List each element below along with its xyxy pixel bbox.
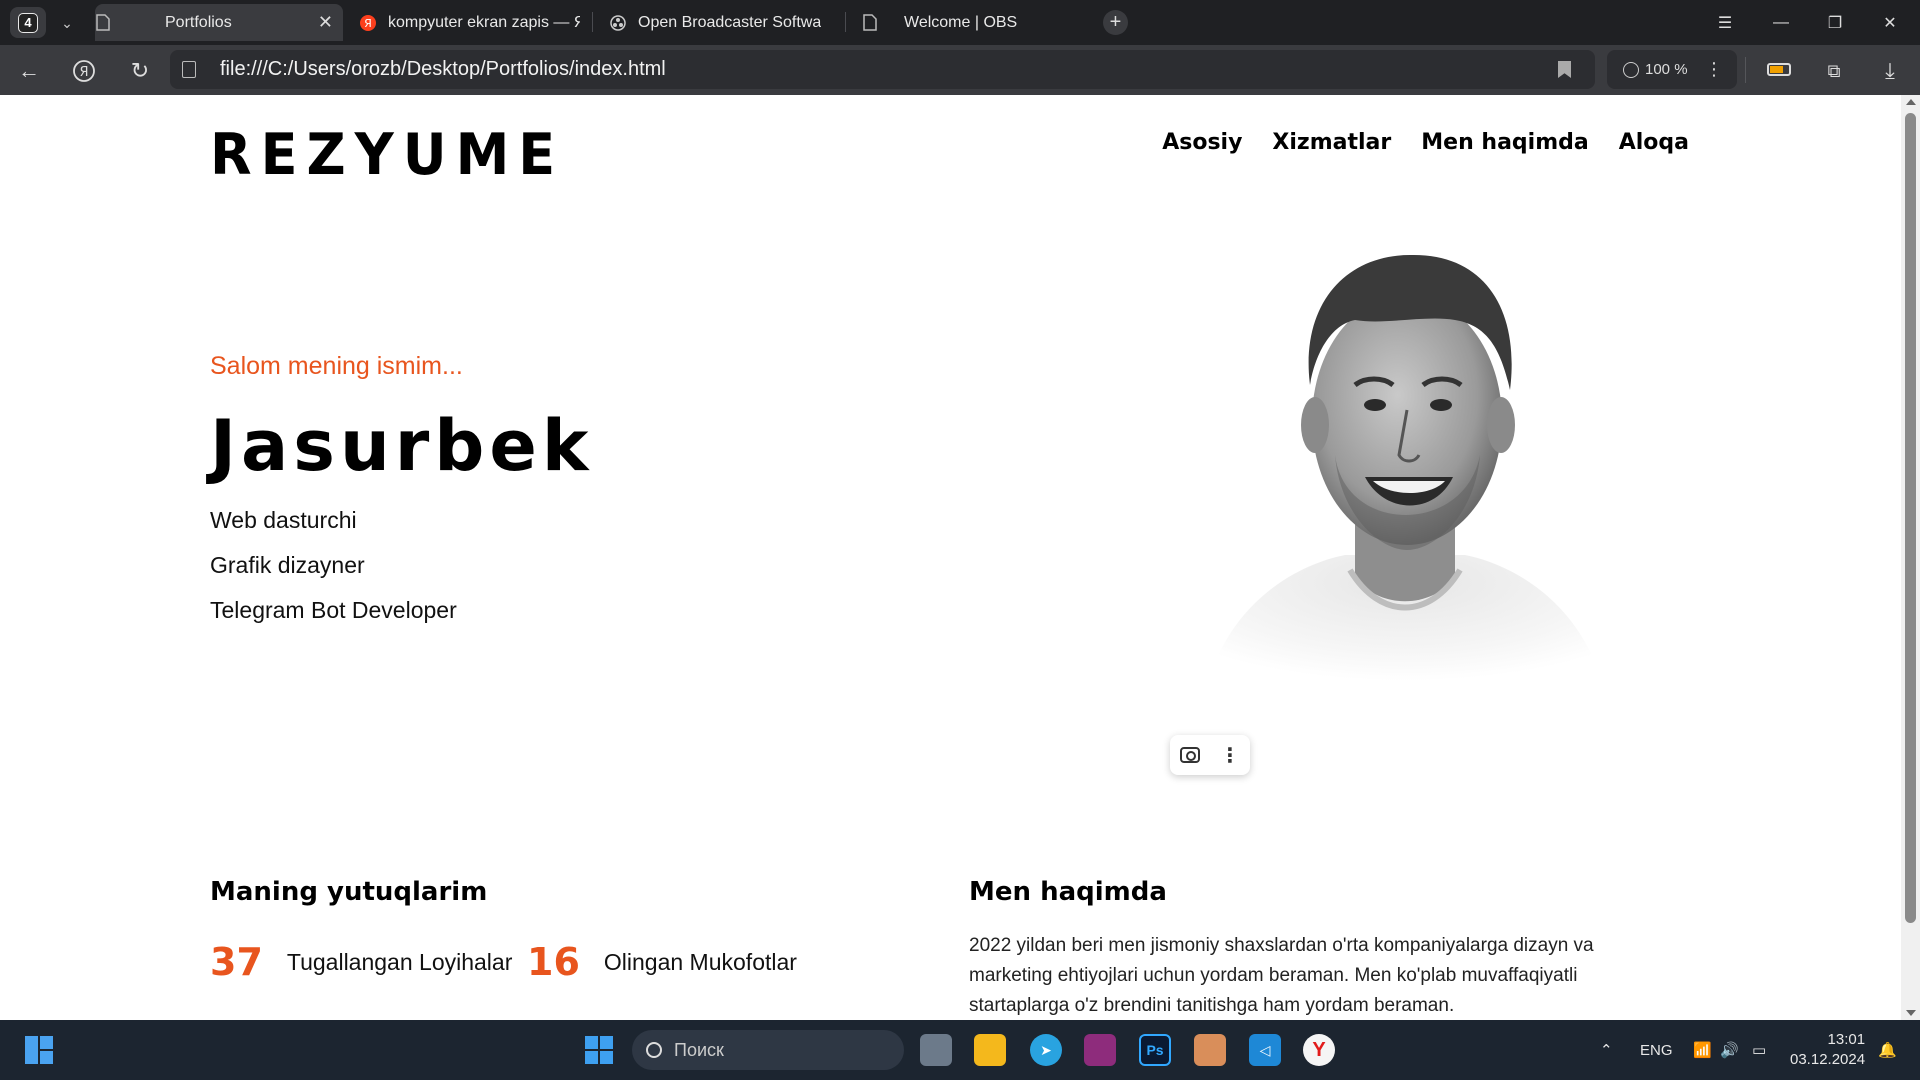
url-field[interactable]: file:///C:/Users/orozb/Desktop/Portfolio… (170, 50, 1595, 89)
tab-title: Open Broadcaster Softwa (638, 13, 822, 31)
restore-icon[interactable]: ❐ (1820, 10, 1850, 36)
toolbar-separator (1745, 57, 1746, 83)
telegram-icon[interactable]: ➤ (1030, 1034, 1062, 1066)
nav-link-asosiy[interactable]: Asosiy (1162, 130, 1242, 155)
site-nav: Asosiy Xizmatlar Men haqimda Aloqa (1162, 130, 1689, 155)
stat-awards: 16 Olingan Mukofotlar (527, 940, 797, 984)
yandex-home-icon[interactable]: Я (70, 57, 98, 85)
stat-number: 16 (527, 940, 580, 984)
notification-bell-icon[interactable]: 🔔 (1878, 1020, 1897, 1080)
zoom-level: 100 % (1645, 61, 1688, 78)
about-heading: Men haqimda (969, 877, 1167, 907)
svg-text:Я: Я (364, 17, 372, 30)
about-paragraph: 2022 yildan beri men jismoniy shaxslarda… (969, 935, 1594, 1016)
language-label: ENG (1640, 1041, 1673, 1059)
stat-label: Tugallangan Loyihalar (286, 948, 513, 975)
close-window-icon[interactable]: ✕ (1875, 10, 1905, 36)
file-explorer-icon[interactable] (974, 1034, 1006, 1066)
nav-link-aloqa[interactable]: Aloqa (1619, 130, 1689, 155)
widgets-icon[interactable] (25, 1036, 55, 1064)
file-icon (862, 14, 878, 31)
hero-name: Jasurbek (210, 405, 594, 487)
scroll-up-arrow-icon[interactable] (1906, 99, 1916, 105)
page-info-icon[interactable] (182, 61, 196, 78)
camera-icon[interactable] (1180, 747, 1200, 763)
achievements-heading: Maning yutuqlarim (210, 877, 488, 907)
tab-count: 4 (18, 12, 38, 33)
taskbar-search[interactable]: Поиск (632, 1030, 904, 1070)
stat-number: 37 (210, 940, 263, 984)
tray-overflow-chevron-icon[interactable]: ⌃ (1600, 1020, 1613, 1080)
task-view-icon[interactable] (920, 1034, 952, 1066)
scroll-down-arrow-icon[interactable] (1906, 1010, 1916, 1016)
profile-portrait-image (1205, 254, 1605, 695)
vscode-icon[interactable]: ◁ (1249, 1034, 1281, 1066)
page-viewport: REZYUME Asosiy Xizmatlar Men haqimda Alo… (0, 95, 1901, 1020)
browser-menu-icon[interactable]: ☰ (1710, 10, 1740, 36)
tab-title: Welcome | OBS (904, 13, 1018, 31)
role-item: Grafik dizayner (210, 552, 365, 578)
tab-obs-software[interactable]: Open Broadcaster Softwa (610, 4, 832, 41)
tab-separator (845, 12, 846, 32)
battery-saver-icon[interactable] (1767, 63, 1791, 76)
start-menu-icon[interactable] (585, 1036, 613, 1064)
url-text: file:///C:/Users/orozb/Desktop/Portfolio… (220, 58, 666, 80)
winrar-icon[interactable] (1084, 1034, 1116, 1066)
tab-list-chevron-icon[interactable]: ⌄ (54, 10, 80, 36)
role-item: Telegram Bot Developer (210, 597, 457, 623)
language-indicator[interactable]: ENG (1640, 1020, 1673, 1080)
minimize-icon[interactable]: — (1766, 10, 1796, 36)
obs-icon (610, 14, 626, 31)
nav-link-xizmatlar[interactable]: Xizmatlar (1272, 130, 1391, 155)
download-icon[interactable]: ⤓ (1876, 57, 1904, 85)
tab-title: kompyuter ekran zapis — Я (388, 13, 580, 31)
close-tab-icon[interactable]: ✕ (318, 12, 333, 33)
new-tab-plus-icon[interactable]: + (1103, 10, 1128, 35)
tab-portfolios[interactable]: Portfolios ✕ (95, 4, 343, 41)
zoom-icon (1623, 61, 1639, 78)
system-clock[interactable]: 13:01 03.12.2024 (1790, 1030, 1865, 1070)
file-icon (95, 14, 111, 31)
clock-time: 13:01 (1827, 1031, 1866, 1048)
volume-icon[interactable]: 🔊 (1720, 1020, 1739, 1080)
page-scrollbar[interactable] (1901, 95, 1920, 1020)
yandex-browser-icon[interactable]: Y (1303, 1034, 1335, 1066)
scrollbar-thumb[interactable] (1905, 113, 1916, 923)
back-arrow-icon[interactable]: ← (15, 57, 43, 85)
collections-icon[interactable]: ⧉ (1820, 57, 1848, 85)
windows-taskbar: Поиск ➤ Ps ◁ Y ⌃ ENG 📶 🔊 ▭ 13:01 03.12.2… (0, 1020, 1920, 1080)
tab-yandex-search[interactable]: Я kompyuter ekran zapis — Я (360, 4, 580, 41)
stat-projects: 37 Tugallangan Loyihalar (210, 940, 512, 984)
search-placeholder: Поиск (674, 1039, 724, 1060)
more-options-icon[interactable]: ⋮ (1705, 59, 1723, 80)
photoshop-icon[interactable]: Ps (1139, 1034, 1171, 1066)
tab-separator (592, 12, 593, 32)
site-logo[interactable]: REZYUME (210, 121, 564, 187)
clock-date: 03.12.2024 (1790, 1051, 1866, 1068)
hero-greeting: Salom mening ismim... (210, 352, 463, 380)
address-bar-row: ← Я ↻ file:///C:/Users/orozb/Desktop/Por… (0, 45, 1920, 95)
battery-icon[interactable]: ▭ (1752, 1020, 1766, 1080)
search-icon (646, 1042, 662, 1058)
tab-title: Portfolios (165, 13, 232, 31)
stat-label: Olingan Mukofotlar (603, 948, 797, 975)
svg-text:Я: Я (79, 65, 88, 80)
reload-icon[interactable]: ↻ (126, 57, 154, 85)
yandex-icon: Я (360, 14, 376, 31)
image-action-toolbar: ⋮ (1170, 735, 1250, 775)
role-item: Web dasturchi (210, 507, 357, 533)
tab-counter-button[interactable]: 4 (10, 7, 46, 38)
more-options-icon[interactable]: ⋮ (1220, 743, 1240, 768)
tab-welcome-obs[interactable]: Welcome | OBS (862, 4, 1092, 41)
zoom-control[interactable]: 100 % ⋮ (1607, 50, 1737, 89)
hero-roles: Web dasturchi Grafik dizayner Telegram B… (210, 507, 457, 642)
nav-link-men-haqimda[interactable]: Men haqimda (1421, 130, 1588, 155)
layers-app-icon[interactable] (1194, 1034, 1226, 1066)
bookmark-icon[interactable] (1558, 61, 1571, 78)
browser-tab-bar: 4 ⌄ Portfolios ✕ Я kompyuter ekran zapis… (0, 0, 1920, 45)
wifi-icon[interactable]: 📶 (1693, 1020, 1712, 1080)
